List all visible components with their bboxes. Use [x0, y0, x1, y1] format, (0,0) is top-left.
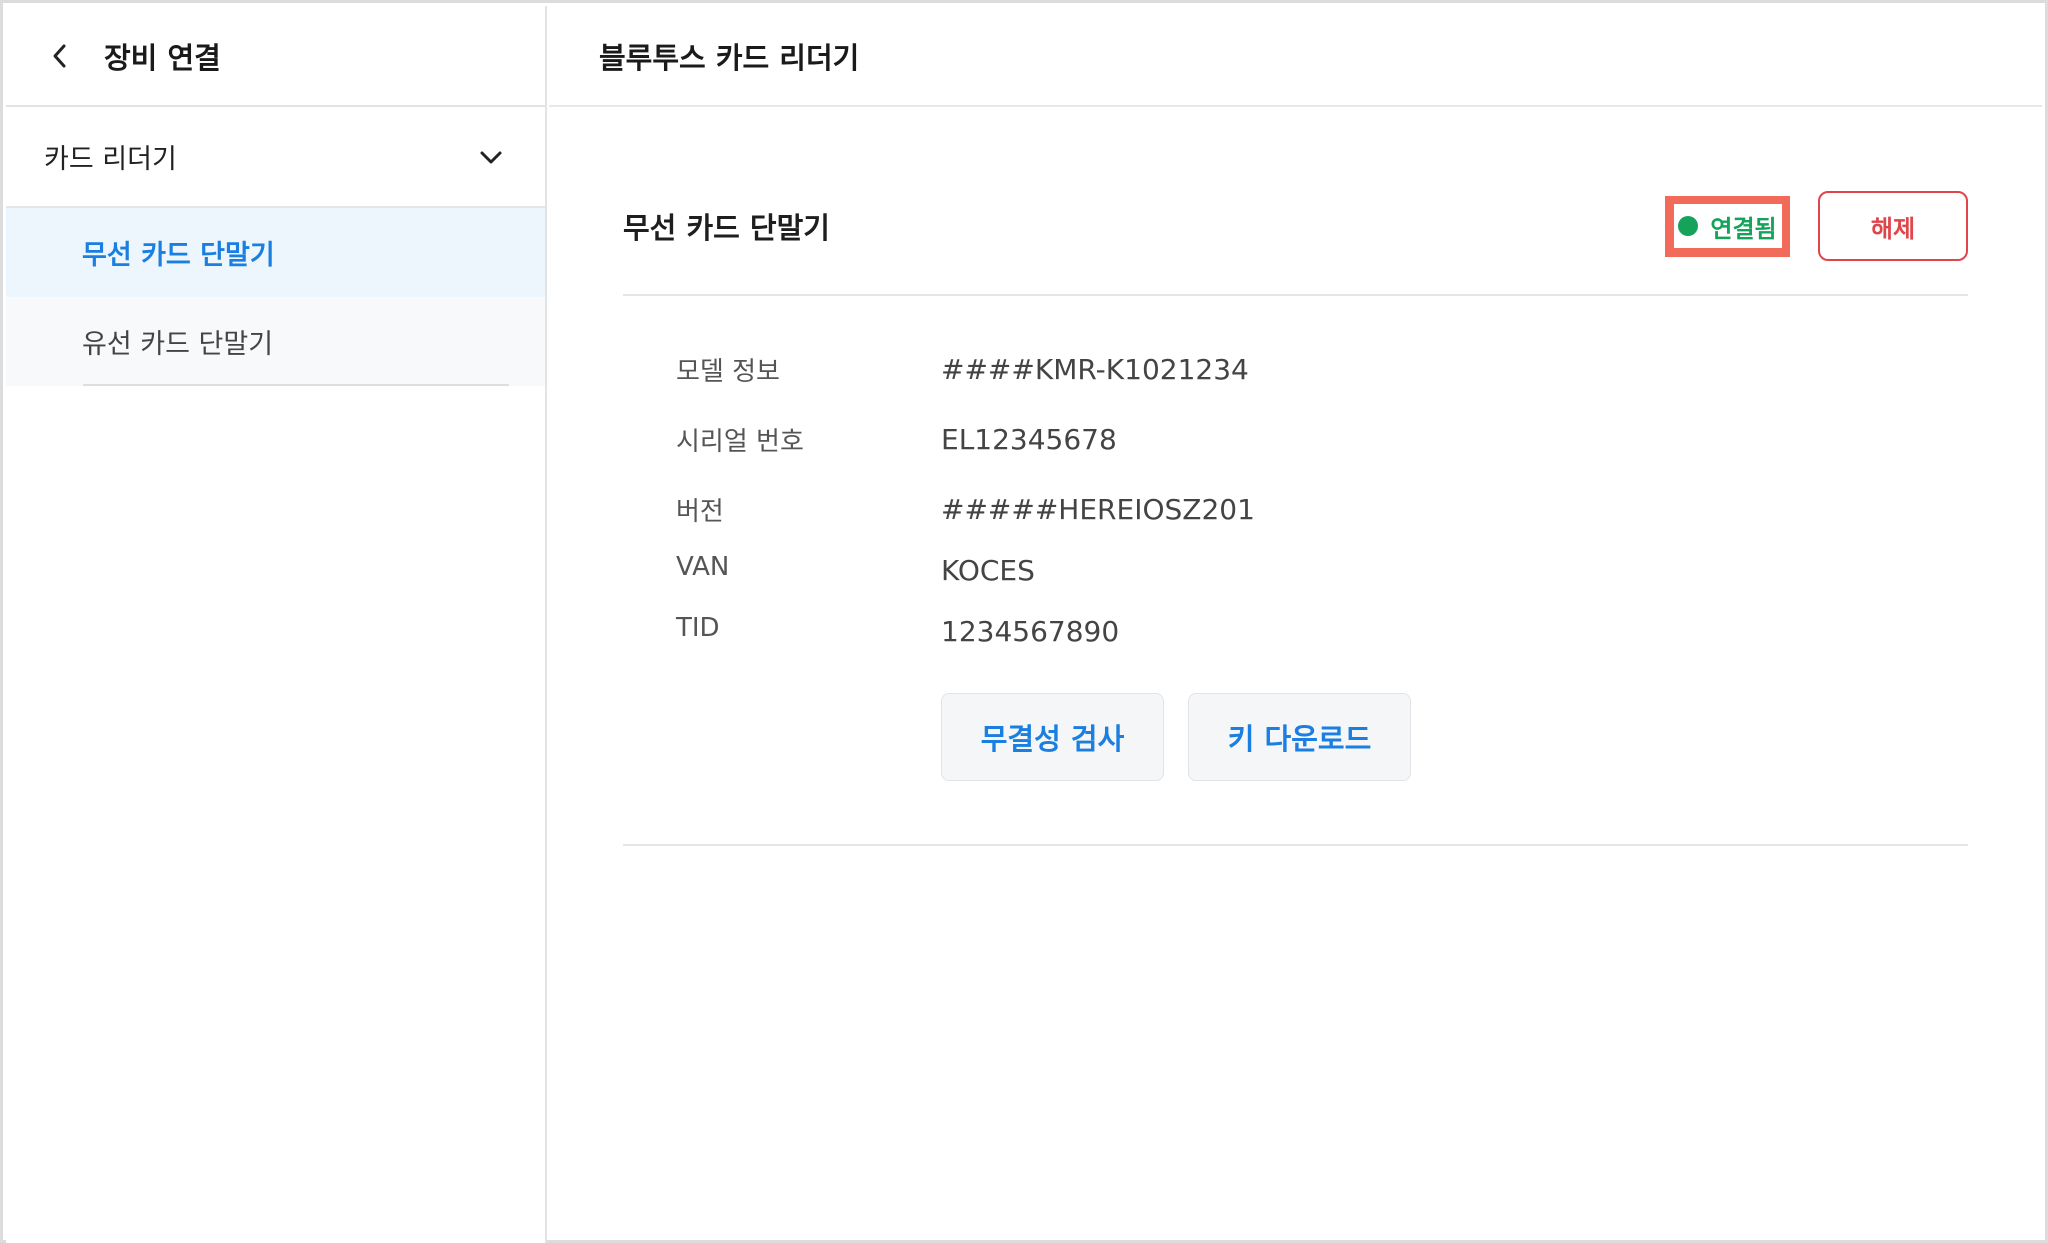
chevron-down-icon	[477, 143, 505, 171]
info-row-version: 버전 #####HEREIOSZ201	[676, 491, 1255, 528]
page-title: 블루투스 카드 리더기	[599, 40, 860, 75]
main-header: 블루투스 카드 리더기	[549, 6, 2042, 107]
disconnect-button[interactable]: 해제	[1818, 191, 1968, 261]
sidebar-item-wireless-terminal[interactable]: 무선 카드 단말기	[6, 208, 545, 297]
sidebar-item-label: 무선 카드 단말기	[82, 240, 275, 271]
group-card-reader[interactable]: 카드 리더기	[6, 107, 545, 208]
group-label: 카드 리더기	[44, 144, 177, 175]
main-panel: 블루투스 카드 리더기 무선 카드 단말기 연결됨 해제 모델 정보 ####K…	[549, 6, 2042, 1237]
info-row-serial: 시리얼 번호 EL12345678	[676, 421, 1117, 458]
info-row-model: 모델 정보 ####KMR-K1021234	[676, 351, 1249, 388]
device-name: 무선 카드 단말기	[623, 211, 830, 245]
chevron-left-icon	[53, 44, 66, 67]
info-label: 버전	[676, 497, 724, 527]
info-value: ####KMR-K1021234	[941, 353, 1249, 386]
app-window: 장비 연결 카드 리더기 무선 카드 단말기 유선 카드 단말기 블루투스 카드…	[0, 0, 2048, 1243]
info-row-tid: TID 1234567890	[676, 613, 1119, 648]
sidebar-title: 장비 연결	[104, 40, 221, 75]
divider	[623, 844, 1968, 846]
device-actions: 연결됨 해제	[1665, 191, 1968, 261]
info-value: #####HEREIOSZ201	[941, 493, 1255, 526]
info-label: TID	[676, 613, 720, 643]
back-button[interactable]	[44, 40, 76, 72]
integrity-check-button[interactable]: 무결성 검사	[941, 693, 1164, 781]
status-text: 연결됨	[1710, 214, 1777, 243]
info-value: EL12345678	[941, 423, 1117, 456]
info-label: 모델 정보	[676, 357, 780, 387]
key-download-button[interactable]: 키 다운로드	[1188, 693, 1411, 781]
status-dot-icon	[1678, 216, 1699, 236]
sidebar-header: 장비 연결	[6, 6, 545, 107]
device-row: 무선 카드 단말기 연결됨 해제	[623, 191, 1968, 296]
info-label: VAN	[676, 552, 730, 582]
sidebar: 장비 연결 카드 리더기 무선 카드 단말기 유선 카드 단말기	[6, 6, 547, 1243]
action-buttons: 무결성 검사 키 다운로드	[941, 693, 1411, 781]
status-badge: 연결됨	[1665, 195, 1790, 257]
info-value: KOCES	[941, 554, 1035, 587]
divider	[83, 384, 509, 386]
info-label: 시리얼 번호	[676, 427, 804, 457]
status-badge-inner: 연결됨	[1673, 204, 1782, 248]
info-row-van: VAN KOCES	[676, 552, 1035, 587]
sidebar-item-wired-terminal[interactable]: 유선 카드 단말기	[6, 297, 545, 386]
sidebar-item-label: 유선 카드 단말기	[82, 329, 274, 360]
info-value: 1234567890	[941, 615, 1120, 648]
